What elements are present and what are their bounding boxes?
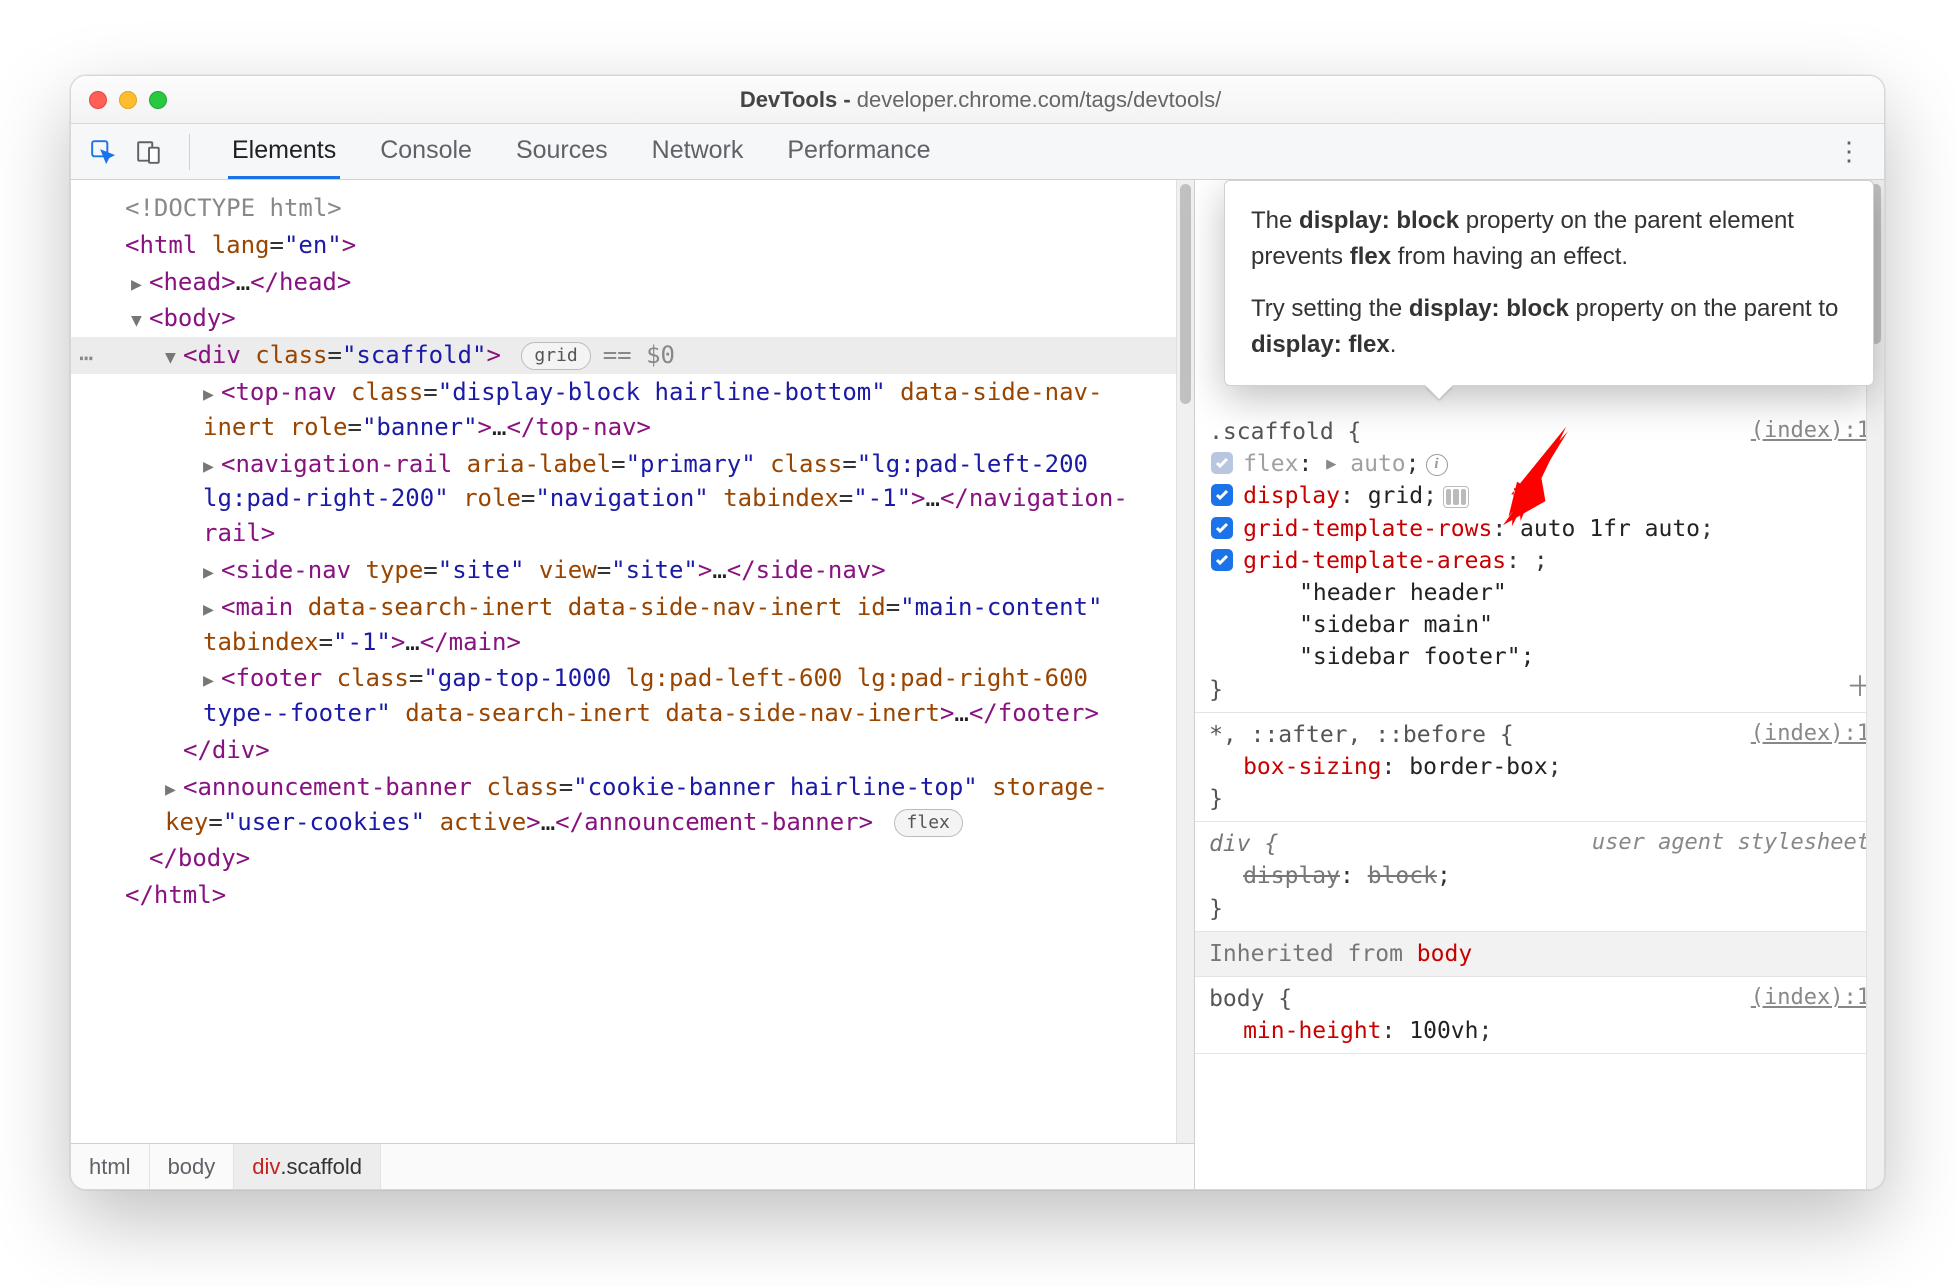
dom-node[interactable]: ▼<body> (71, 300, 1194, 337)
tab-network[interactable]: Network (648, 124, 748, 179)
titlebar: DevTools - developer.chrome.com/tags/dev… (71, 76, 1884, 124)
tab-console[interactable]: Console (376, 124, 476, 179)
close-window-button[interactable] (89, 91, 107, 109)
styles-panel: .scaffold {(index):1flex: ▶ auto;idispla… (1195, 180, 1884, 1189)
tab-elements[interactable]: Elements (228, 124, 340, 179)
rule-source-link[interactable]: (index):1 (1751, 983, 1870, 1014)
grid-badge-icon[interactable] (1443, 486, 1469, 508)
tab-sources[interactable]: Sources (512, 124, 612, 179)
panel-tabs: Elements Console Sources Network Perform… (214, 124, 934, 179)
css-declaration-value-line: "header header" (1209, 577, 1870, 609)
toggle-declaration-checkbox[interactable] (1211, 484, 1233, 506)
window-title: DevTools - developer.chrome.com/tags/dev… (167, 87, 1794, 113)
toolbar: Elements Console Sources Network Perform… (71, 124, 1884, 180)
devtools-window: DevTools - developer.chrome.com/tags/dev… (70, 75, 1885, 1190)
dom-node[interactable]: ▶<main data-search-inert data-side-nav-i… (71, 589, 1194, 661)
crumb-html[interactable]: html (71, 1144, 150, 1189)
elements-panel: <!DOCTYPE html><html lang="en">▶<head>…<… (71, 180, 1195, 1189)
dom-node[interactable]: ▶<navigation-rail aria-label="primary" c… (71, 446, 1194, 552)
dom-node[interactable]: ▶<announcement-banner class="cookie-bann… (71, 769, 1194, 841)
css-declaration[interactable]: grid-template-areas: ; (1209, 545, 1870, 577)
rule-source-link[interactable]: user agent stylesheet (1592, 828, 1870, 859)
dom-node[interactable]: <html lang="en"> (71, 227, 1194, 264)
css-declaration-value-line: "sidebar footer"; (1209, 641, 1870, 673)
window-controls (89, 91, 167, 109)
dom-tree[interactable]: <!DOCTYPE html><html lang="en">▶<head>…<… (71, 180, 1194, 1143)
dom-scrollbar[interactable] (1176, 180, 1194, 1143)
hint-tooltip: The display: block property on the paren… (1224, 180, 1874, 386)
crumb-body[interactable]: body (150, 1144, 235, 1189)
breadcrumb: html body div.scaffold (71, 1143, 1194, 1189)
css-declaration-value-line: "sidebar main" (1209, 609, 1870, 641)
inherited-from-header: Inherited from body (1195, 932, 1884, 977)
maximize-window-button[interactable] (149, 91, 167, 109)
toolbar-divider (189, 134, 190, 170)
title-url: developer.chrome.com/tags/devtools/ (857, 87, 1221, 112)
dom-node[interactable]: ▶<head>…</head> (71, 264, 1194, 301)
main-split: <!DOCTYPE html><html lang="en">▶<head>…<… (71, 180, 1884, 1189)
dom-node[interactable]: <!DOCTYPE html> (71, 190, 1194, 227)
css-rule[interactable]: div {user agent stylesheetdisplay: block… (1195, 822, 1884, 932)
dom-node[interactable]: ▶<footer class="gap-top-1000 lg:pad-left… (71, 660, 1194, 732)
css-rule[interactable]: body {(index):1min-height: 100vh; (1195, 977, 1884, 1054)
dom-node[interactable]: </body> (71, 840, 1194, 877)
crumb-div-scaffold[interactable]: div.scaffold (234, 1144, 381, 1189)
css-declaration[interactable]: display: block; (1209, 860, 1870, 892)
dom-node[interactable]: ▶<top-nav class="display-block hairline-… (71, 374, 1194, 446)
toggle-declaration-checkbox[interactable] (1211, 549, 1233, 571)
css-declaration[interactable]: box-sizing: border-box; (1209, 751, 1870, 783)
toggle-declaration-checkbox[interactable] (1211, 517, 1233, 539)
rule-source-link[interactable]: (index):1 (1751, 416, 1870, 447)
dom-node[interactable]: </div> (71, 732, 1194, 769)
rule-source-link[interactable]: (index):1 (1751, 719, 1870, 750)
css-rule[interactable]: *, ::after, ::before {(index):1box-sizin… (1195, 713, 1884, 823)
toggle-declaration-checkbox[interactable] (1211, 452, 1233, 474)
more-options-icon[interactable]: ⋮ (1830, 136, 1868, 167)
minimize-window-button[interactable] (119, 91, 137, 109)
dom-node[interactable]: ▶<side-nav type="site" view="site">…</si… (71, 552, 1194, 589)
title-prefix: DevTools - (740, 87, 857, 112)
css-declaration[interactable]: min-height: 100vh; (1209, 1015, 1870, 1047)
info-icon[interactable]: i (1426, 454, 1448, 476)
inspect-element-icon[interactable] (87, 136, 119, 168)
tab-performance[interactable]: Performance (783, 124, 934, 179)
device-toolbar-icon[interactable] (133, 136, 165, 168)
dom-node[interactable]: ▼<div class="scaffold"> grid== $0 (71, 337, 1194, 374)
dom-node[interactable]: </html> (71, 877, 1194, 914)
